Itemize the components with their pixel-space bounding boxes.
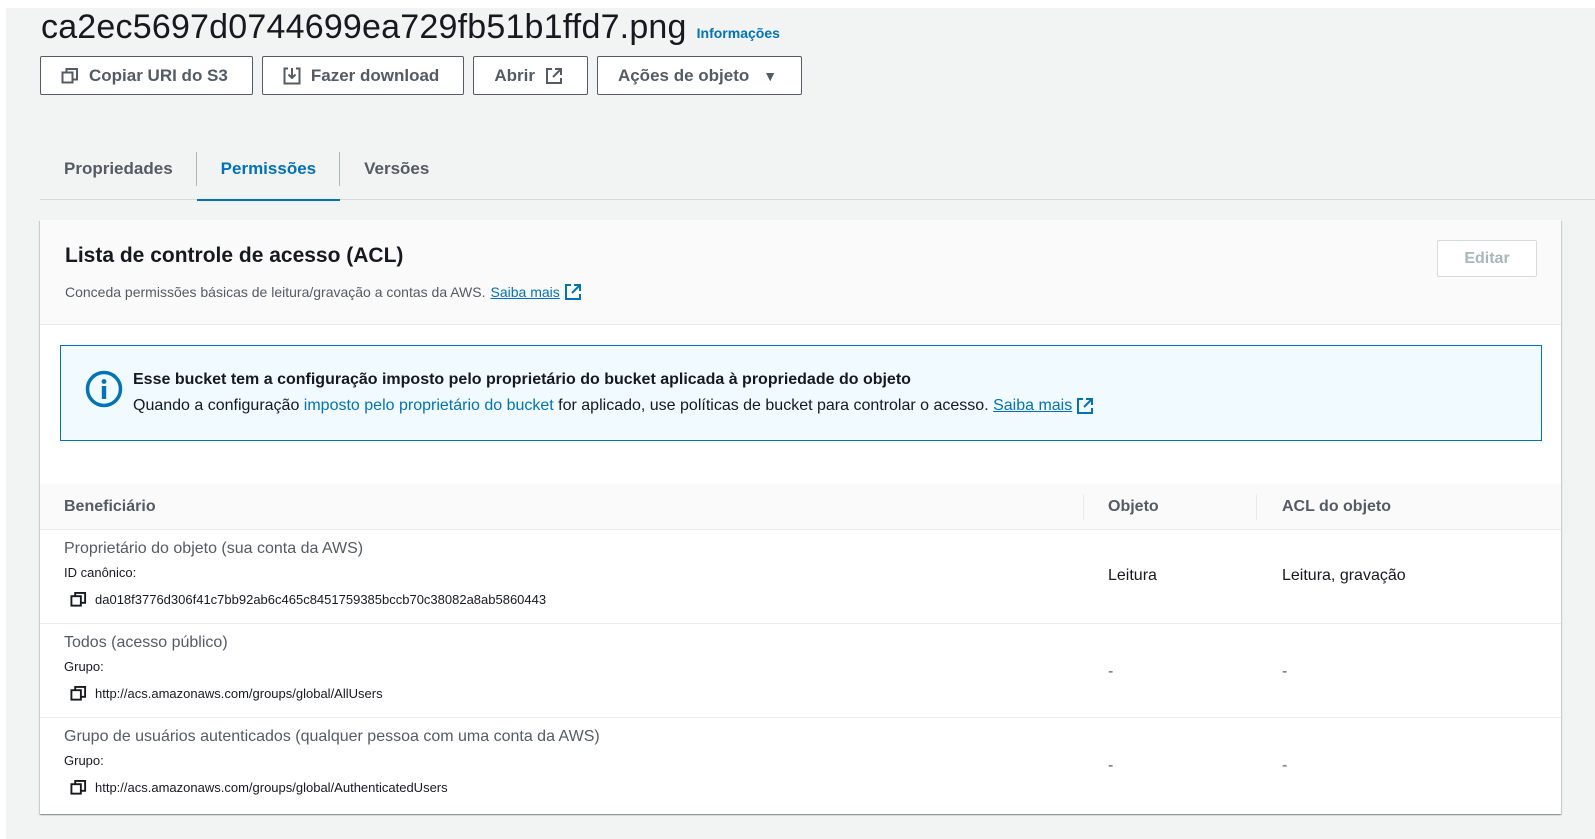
object-acl-permission: -	[1282, 663, 1288, 680]
acl-table-header: Beneficiário Objeto ACL do objeto	[40, 484, 1561, 530]
object-permission: -	[1108, 663, 1114, 680]
external-link-icon	[1076, 397, 1094, 415]
object-title: ca2ec5697d0744699ea729fb51b1ffd7.png	[41, 8, 687, 46]
grantee-id-value: http://acs.amazonaws.com/groups/global/A…	[95, 686, 383, 701]
column-divider	[1083, 494, 1084, 520]
tab-properties[interactable]: Propriedades	[40, 138, 197, 200]
copy-icon[interactable]	[70, 779, 87, 796]
grantee-id-value: http://acs.amazonaws.com/groups/global/A…	[95, 780, 448, 795]
acl-learn-more-link[interactable]: Saiba mais	[491, 284, 560, 300]
edit-button[interactable]: Editar	[1437, 240, 1537, 277]
column-header-object-acl: ACL do objeto	[1282, 498, 1392, 515]
alert-title: Esse bucket tem a configuração imposto p…	[133, 371, 911, 388]
grantee-id-label: Grupo:	[64, 659, 104, 674]
acl-panel-header: Lista de controle de acesso (ACL) Conced…	[40, 220, 1561, 325]
info-link[interactable]: Informações	[697, 25, 780, 41]
bucket-owner-enforced-link[interactable]: imposto pelo proprietário do bucket	[304, 397, 554, 415]
grantee-name: Grupo de usuários autenticados (qualquer…	[64, 728, 600, 745]
column-header-grantee: Beneficiário	[64, 498, 156, 515]
object-acl-permission: Leitura, gravação	[1282, 567, 1406, 584]
tab-versions[interactable]: Versões	[340, 138, 453, 200]
grantee-id: http://acs.amazonaws.com/groups/global/A…	[70, 779, 448, 796]
acl-description-text: Conceda permissões básicas de leitura/gr…	[65, 284, 486, 300]
table-row: Todos (acesso público) Grupo: http://acs…	[40, 624, 1561, 718]
acl-panel: Lista de controle de acesso (ACL) Conced…	[40, 220, 1561, 814]
open-label: Abrir	[494, 65, 535, 85]
object-ownership-alert: Esse bucket tem a configuração imposto p…	[60, 345, 1542, 441]
object-permission: -	[1108, 757, 1114, 774]
info-icon	[85, 370, 123, 408]
copy-icon[interactable]	[70, 591, 87, 608]
alert-learn-more-link[interactable]: Saiba mais	[993, 397, 1072, 415]
grantee-id-label: ID canônico:	[64, 565, 137, 580]
object-acl-permission: -	[1282, 757, 1288, 774]
tab-bar: Propriedades Permissões Versões	[40, 138, 1595, 201]
copy-icon	[61, 67, 79, 85]
alert-body-prefix: Quando a configuração	[133, 397, 304, 414]
download-label: Fazer download	[310, 65, 440, 85]
table-row: Proprietário do objeto (sua conta da AWS…	[40, 530, 1561, 624]
grantee-id: http://acs.amazonaws.com/groups/global/A…	[70, 685, 383, 702]
grantee-name: Proprietário do objeto (sua conta da AWS…	[64, 540, 364, 557]
page-background: ca2ec5697d0744699ea729fb51b1ffd7.png Inf…	[6, 8, 1595, 839]
copy-s3-uri-button[interactable]: Copiar URI do S3	[40, 56, 253, 95]
table-row: Grupo de usuários autenticados (qualquer…	[40, 718, 1561, 812]
object-permission: Leitura	[1108, 567, 1157, 584]
grantee-name: Todos (acesso público)	[64, 634, 228, 651]
alert-body: Quando a configuração imposto pelo propr…	[133, 397, 1094, 415]
object-actions-label: Ações de objeto	[617, 65, 750, 85]
column-header-object: Objeto	[1108, 498, 1159, 515]
column-divider	[1256, 494, 1257, 520]
external-link-icon	[545, 67, 563, 85]
acl-panel-title: Lista de controle de acesso (ACL)	[65, 244, 404, 267]
grantee-id-value: da018f3776d306f41c7bb92ab6c465c845175938…	[95, 592, 547, 607]
open-button[interactable]: Abrir	[473, 56, 588, 95]
grantee-id-label: Grupo:	[64, 753, 104, 768]
download-button[interactable]: Fazer download	[261, 56, 465, 95]
grantee-id: da018f3776d306f41c7bb92ab6c465c845175938…	[70, 591, 546, 608]
external-link-icon	[564, 283, 582, 301]
acl-panel-description: Conceda permissões básicas de leitura/gr…	[65, 283, 582, 301]
download-icon	[283, 67, 301, 85]
object-header: ca2ec5697d0744699ea729fb51b1ffd7.png Inf…	[41, 8, 780, 48]
object-actions-toolbar: Copiar URI do S3 Fazer download Abrir Aç…	[40, 56, 803, 95]
object-actions-dropdown[interactable]: Ações de objeto ▼	[596, 56, 803, 95]
alert-body-suffix: for aplicado, use políticas de bucket pa…	[553, 397, 994, 414]
tab-permissions[interactable]: Permissões	[196, 138, 341, 201]
copy-s3-uri-label: Copiar URI do S3	[89, 65, 228, 85]
caret-down-icon: ▼	[763, 67, 778, 84]
copy-icon[interactable]	[70, 685, 87, 702]
